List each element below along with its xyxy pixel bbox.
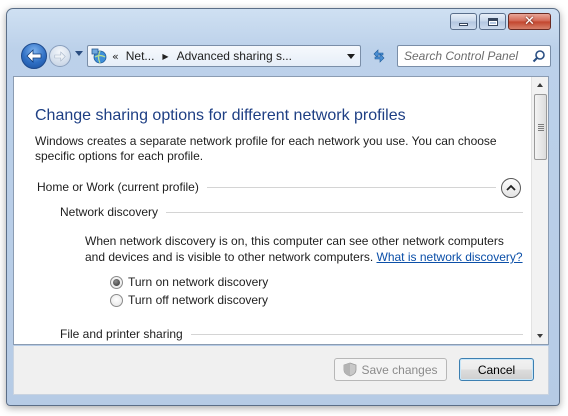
search-input[interactable] bbox=[398, 47, 528, 65]
scroll-down-button[interactable] bbox=[532, 328, 548, 344]
refresh-button[interactable] bbox=[367, 45, 391, 67]
what-is-network-discovery-link[interactable]: What is network discovery? bbox=[377, 250, 523, 264]
collapse-profile-button[interactable] bbox=[501, 178, 521, 198]
recent-pages-dropdown[interactable] bbox=[75, 51, 83, 56]
back-arrow-icon bbox=[26, 49, 42, 63]
minimize-icon bbox=[459, 23, 468, 26]
network-discovery-heading: Network discovery bbox=[60, 205, 159, 219]
close-button[interactable]: ✕ bbox=[508, 13, 551, 30]
profile-header-label: Home or Work (current profile) bbox=[37, 180, 199, 194]
divider bbox=[190, 333, 523, 335]
scroll-up-icon bbox=[537, 83, 543, 87]
chevron-up-icon bbox=[506, 184, 516, 191]
grip-line bbox=[537, 129, 544, 131]
refresh-icon bbox=[373, 49, 385, 63]
breadcrumb-network[interactable]: Net... bbox=[122, 49, 159, 63]
radio-label[interactable]: Turn off network discovery bbox=[128, 293, 268, 307]
network-icon bbox=[88, 46, 110, 66]
search-button[interactable] bbox=[528, 46, 550, 66]
footer-bar: Save changes Cancel bbox=[13, 346, 549, 395]
intro-text: Windows creates a separate network profi… bbox=[35, 134, 497, 163]
cancel-button[interactable]: Cancel bbox=[459, 358, 534, 381]
breadcrumb-overflow[interactable]: « bbox=[112, 50, 119, 63]
scroll-up-button[interactable] bbox=[532, 77, 548, 93]
breadcrumb-separator-icon[interactable]: ▶ bbox=[158, 52, 172, 61]
page-title: Change sharing options for different net… bbox=[35, 107, 406, 124]
file-printer-sharing-header: File and printer sharing bbox=[60, 327, 523, 341]
address-bar[interactable]: « Net... ▶ Advanced sharing s... bbox=[87, 45, 361, 67]
save-changes-button[interactable]: Save changes bbox=[334, 358, 447, 381]
save-changes-label: Save changes bbox=[361, 362, 438, 377]
divider bbox=[166, 211, 524, 213]
back-button[interactable] bbox=[21, 43, 47, 69]
control-panel-window: ✕ « Net... ▶ Advanced sharing s... Searc… bbox=[6, 8, 560, 406]
search-icon bbox=[532, 50, 545, 63]
radio-dot bbox=[113, 278, 120, 286]
chevron-down-icon bbox=[347, 53, 355, 59]
scroll-down-icon bbox=[537, 334, 543, 338]
radio-button[interactable] bbox=[110, 293, 123, 307]
divider bbox=[206, 186, 496, 188]
forward-arrow-icon bbox=[54, 50, 66, 62]
settings-content-pane: Change sharing options for different net… bbox=[13, 76, 549, 345]
close-icon: ✕ bbox=[524, 14, 535, 29]
radio-turn-off-discovery[interactable]: Turn off network discovery bbox=[110, 293, 268, 307]
breadcrumb-advanced-sharing[interactable]: Advanced sharing s... bbox=[173, 49, 296, 63]
forward-button[interactable] bbox=[49, 45, 71, 67]
maximize-icon bbox=[487, 17, 498, 26]
scroll-thumb[interactable] bbox=[534, 94, 547, 160]
navigation-bar: « Net... ▶ Advanced sharing s... bbox=[19, 42, 551, 70]
radio-label[interactable]: Turn on network discovery bbox=[128, 275, 268, 289]
minimize-button[interactable] bbox=[450, 13, 477, 30]
maximize-button[interactable] bbox=[479, 13, 506, 30]
search-box[interactable] bbox=[397, 45, 551, 67]
profile-header[interactable]: Home or Work (current profile) bbox=[37, 180, 496, 194]
caption-buttons: ✕ bbox=[450, 13, 551, 30]
shield-icon bbox=[344, 362, 357, 377]
network-discovery-header: Network discovery bbox=[60, 205, 524, 219]
radio-turn-on-discovery[interactable]: Turn on network discovery bbox=[110, 275, 268, 289]
radio-button-selected[interactable] bbox=[110, 275, 123, 289]
address-dropdown-button[interactable] bbox=[342, 46, 360, 66]
grip-line bbox=[537, 123, 544, 125]
cancel-label: Cancel bbox=[477, 362, 516, 377]
file-printer-sharing-heading: File and printer sharing bbox=[60, 327, 183, 341]
grip-line bbox=[537, 127, 544, 129]
vertical-scrollbar[interactable] bbox=[531, 77, 548, 344]
grip-line bbox=[537, 125, 544, 127]
network-discovery-description: When network discovery is on, this compu… bbox=[85, 233, 525, 265]
